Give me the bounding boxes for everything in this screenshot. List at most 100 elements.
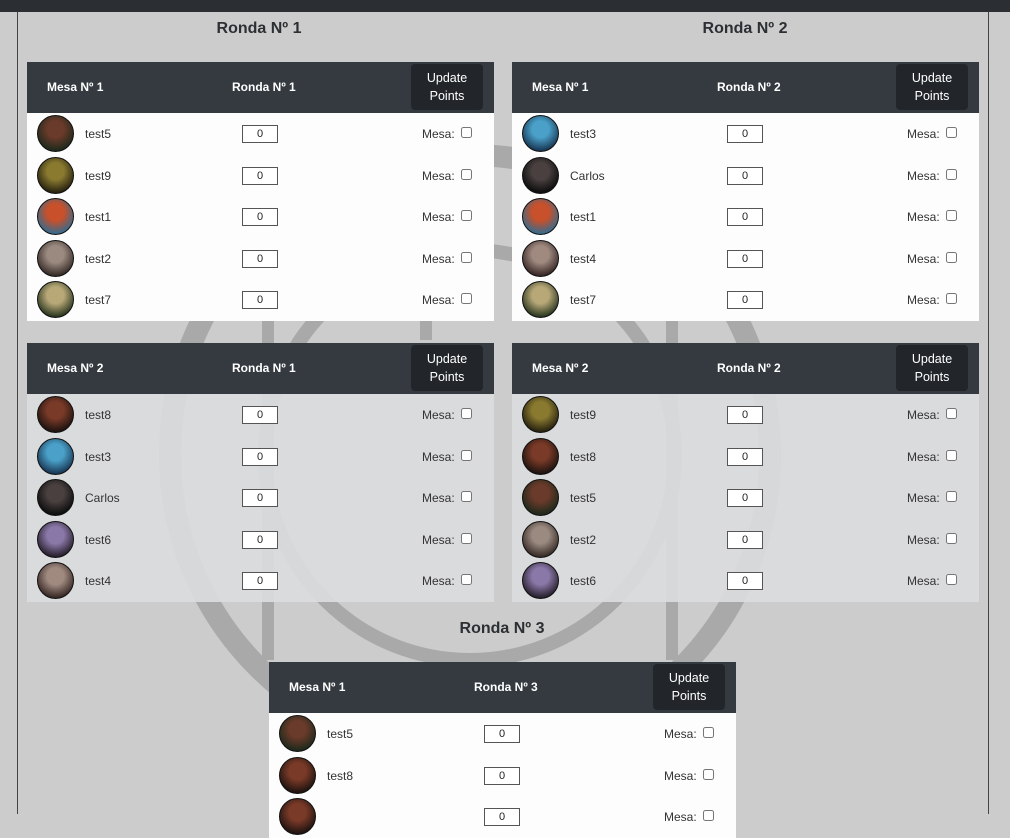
points-input[interactable] — [727, 249, 763, 268]
player-name: test9 — [570, 408, 597, 422]
update-points-button[interactable]: Update Points — [653, 664, 725, 710]
points-input[interactable] — [727, 447, 763, 466]
mesa-checkbox[interactable] — [461, 449, 472, 461]
player-name: test3 — [570, 127, 597, 141]
points-input[interactable] — [242, 208, 278, 227]
mesa-checkbox[interactable] — [461, 574, 472, 586]
points-input[interactable] — [727, 125, 763, 143]
mesa-checkbox[interactable] — [461, 491, 472, 503]
player-name: test5 — [85, 127, 112, 141]
points-input[interactable] — [484, 725, 520, 743]
top-navbar — [0, 0, 1010, 12]
player-name: test9 — [85, 168, 112, 183]
mesa-heading: Mesa Nº 1 — [532, 80, 589, 94]
points-input[interactable] — [727, 208, 763, 227]
player-row: test7 Mesa: — [27, 279, 494, 321]
points-input[interactable] — [727, 166, 763, 185]
points-input[interactable] — [242, 489, 278, 508]
mesa-checkbox[interactable] — [946, 127, 957, 138]
avatar-photo-dark — [37, 479, 74, 517]
player-row: Carlos Mesa: — [512, 155, 979, 197]
points-input[interactable] — [727, 530, 763, 549]
points-input[interactable] — [484, 808, 520, 827]
points-input[interactable] — [727, 291, 763, 310]
player-name: test2 — [570, 532, 597, 547]
mesa-checkbox[interactable] — [946, 574, 957, 586]
mesa-checkbox-label: Mesa: — [907, 574, 940, 589]
points-input[interactable] — [242, 406, 278, 424]
mesa-checkbox-label: Mesa: — [907, 210, 940, 225]
mesa-checkbox-label: Mesa: — [907, 293, 940, 308]
mesa-checkbox-label: Mesa: — [664, 768, 697, 783]
player-name: Carlos — [85, 491, 120, 506]
player-row: Mesa: — [269, 796, 736, 838]
player-name: test8 — [570, 449, 597, 464]
mesa-checkbox-label: Mesa: — [422, 574, 455, 589]
mesa-checkbox-label: Mesa: — [422, 210, 455, 225]
mesa-checkbox[interactable] — [946, 293, 957, 305]
player-row: test5 Mesa: — [512, 477, 979, 519]
player-list: test8 Mesa: test3 Mesa: Carlos Mesa: test6 Mesa… — [27, 394, 494, 602]
round-title-2: Ronda Nº 2 — [702, 20, 788, 37]
mesa-checkbox[interactable] — [946, 449, 957, 461]
avatar-elf-blue — [522, 115, 559, 152]
player-name: test8 — [85, 408, 112, 422]
points-input[interactable] — [242, 530, 278, 549]
update-points-button[interactable]: Update Points — [411, 345, 483, 391]
player-row: test9 Mesa: — [512, 394, 979, 436]
mesa-checkbox-label: Mesa: — [907, 251, 940, 266]
mesa-checkbox[interactable] — [461, 408, 472, 419]
points-input[interactable] — [242, 249, 278, 268]
avatar-warrior-gold — [522, 396, 559, 433]
avatar-photo-dark — [522, 156, 559, 194]
avatar-knight-red — [37, 115, 74, 152]
update-points-button[interactable]: Update Points — [896, 345, 968, 391]
update-points-button[interactable]: Update Points — [896, 64, 968, 110]
player-name: Carlos — [570, 168, 605, 183]
table-header: Mesa Nº 1 Ronda Nº 3 Update Points — [269, 662, 736, 713]
mesa-checkbox[interactable] — [461, 251, 472, 263]
mesa-checkbox[interactable] — [946, 532, 957, 544]
mesa-checkbox[interactable] — [946, 210, 957, 222]
mesa-heading: Mesa Nº 1 — [47, 80, 104, 94]
mesa-checkbox-label: Mesa: — [907, 127, 940, 141]
mesa-checkbox[interactable] — [703, 810, 714, 822]
mesa-checkbox[interactable] — [703, 727, 714, 738]
points-input[interactable] — [242, 125, 278, 143]
avatar-shadow-brown — [522, 437, 559, 475]
mesa-checkbox[interactable] — [946, 251, 957, 263]
mesa-checkbox[interactable] — [461, 168, 472, 180]
mesa-checkbox[interactable] — [461, 293, 472, 305]
table-card: Mesa Nº 1 Ronda Nº 2 Update Points test3 Mes… — [512, 62, 979, 321]
player-row: test1 Mesa: — [512, 196, 979, 238]
ronda-heading: Ronda Nº 1 — [232, 80, 296, 94]
mesa-checkbox[interactable] — [461, 532, 472, 544]
mesa-checkbox[interactable] — [703, 768, 714, 780]
points-input[interactable] — [242, 166, 278, 185]
mesa-checkbox-label: Mesa: — [907, 491, 940, 506]
points-input[interactable] — [727, 406, 763, 424]
mesa-checkbox[interactable] — [461, 210, 472, 222]
mesa-checkbox[interactable] — [946, 168, 957, 180]
mesa-checkbox-label: Mesa: — [422, 491, 455, 506]
points-input[interactable] — [242, 291, 278, 310]
avatar-shadow-brown — [279, 798, 316, 836]
mesa-checkbox[interactable] — [946, 408, 957, 419]
mesa-checkbox[interactable] — [461, 127, 472, 138]
points-input[interactable] — [242, 447, 278, 466]
player-name: test4 — [85, 574, 112, 589]
round-title-1: Ronda Nº 1 — [216, 20, 302, 37]
player-list: test9 Mesa: test8 Mesa: test5 Mesa: test2 Mesa:… — [512, 394, 979, 602]
player-row: Carlos Mesa: — [27, 477, 494, 519]
player-name: test6 — [85, 532, 112, 547]
mesa-checkbox[interactable] — [946, 491, 957, 503]
points-input[interactable] — [242, 572, 278, 591]
points-input[interactable] — [727, 489, 763, 508]
avatar-hunter-green — [37, 281, 74, 319]
points-input[interactable] — [484, 766, 520, 785]
round-title-3: Ronda Nº 3 — [459, 620, 545, 637]
points-input[interactable] — [727, 572, 763, 591]
mesa-checkbox-label: Mesa: — [422, 251, 455, 266]
update-points-button[interactable]: Update Points — [411, 64, 483, 110]
player-row: test3 Mesa: — [512, 113, 979, 155]
